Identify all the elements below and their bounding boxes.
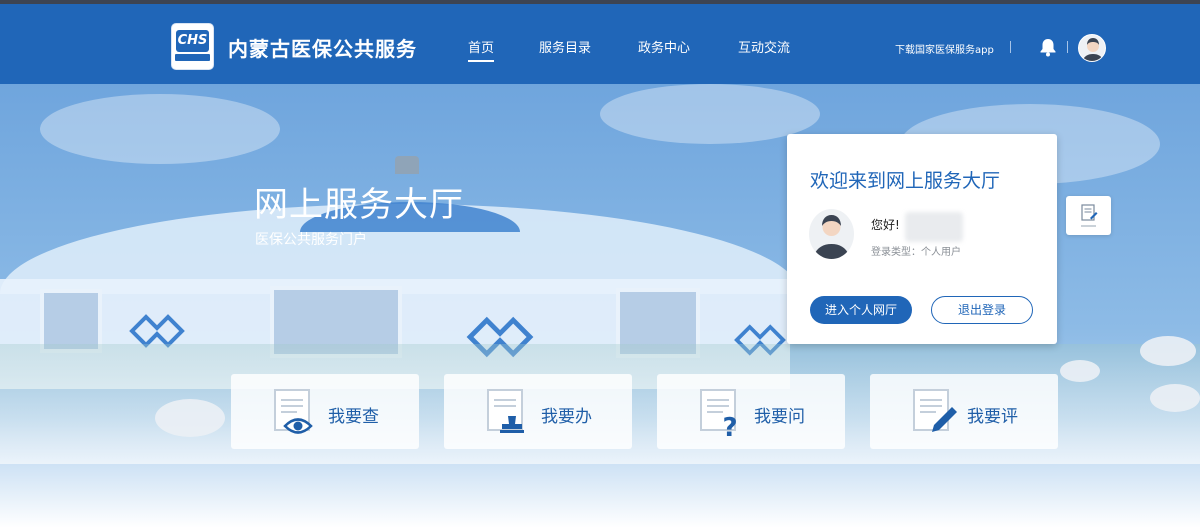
sheep [1150, 384, 1200, 412]
logo-text: CHS [176, 30, 209, 52]
header: CHS 内蒙古医保公共服务 首页 服务目录 政务中心 互动交流 下载国家医保服务… [0, 4, 1200, 84]
edit-document-icon [1081, 204, 1098, 227]
service-handle-label: 我要办 [541, 407, 592, 427]
svg-text:?: ? [722, 413, 737, 438]
floating-tool-button[interactable] [1066, 196, 1111, 235]
welcome-card: 欢迎来到网上服务大厅 您好! 登录类型：个人用户 进入个人网厅 退出登录 [787, 134, 1057, 344]
user-avatar-icon [813, 215, 850, 259]
header-divider [1067, 41, 1068, 53]
service-ask-card[interactable]: ? 我要问 [657, 374, 845, 449]
logout-button[interactable]: 退出登录 [931, 296, 1033, 324]
nav-interaction[interactable]: 互动交流 [738, 37, 790, 56]
cloud [40, 94, 280, 164]
header-divider [1010, 41, 1011, 53]
nav-home[interactable]: 首页 [468, 37, 495, 62]
service-review-card[interactable]: 我要评 [870, 374, 1058, 449]
greeting-text: 您好! [871, 218, 900, 232]
sheep [1140, 336, 1196, 366]
username-masked [905, 212, 963, 242]
service-review-label: 我要评 [967, 407, 1018, 427]
service-ask-label: 我要问 [754, 407, 805, 427]
user-avatar-icon [1082, 38, 1104, 61]
user-avatar[interactable] [1078, 34, 1106, 62]
doc-pen-icon [913, 389, 957, 432]
enter-personal-hall-button[interactable]: 进入个人网厅 [810, 296, 912, 324]
yurt-chimney [395, 156, 419, 174]
card-avatar [809, 209, 854, 259]
sheep [155, 399, 225, 437]
bell-icon[interactable] [1039, 38, 1057, 57]
hero-banner: 网上服务大厅 医保公共服务门户 欢迎来到网上服务大厅 您好! 登录类型：个人用户… [0, 84, 1200, 528]
logo-subtitle-bar [175, 54, 210, 61]
service-handle-card[interactable]: 我要办 [444, 374, 632, 449]
chs-logo[interactable]: CHS [171, 23, 214, 70]
service-query-card[interactable]: 我要查 [231, 374, 419, 449]
hero-subtitle: 医保公共服务门户 [255, 232, 367, 248]
welcome-title: 欢迎来到网上服务大厅 [810, 170, 1001, 192]
site-title[interactable]: 内蒙古医保公共服务 [228, 33, 417, 62]
doc-stamp-icon [487, 389, 524, 433]
doc-question-icon: ? [700, 389, 738, 438]
hero-title: 网上服务大厅 [254, 185, 464, 225]
login-type-text: 登录类型：个人用户 [871, 247, 961, 258]
doc-eye-icon [274, 389, 313, 434]
download-app-link[interactable]: 下载国家医保服务app [895, 41, 994, 56]
nav-service-catalog[interactable]: 服务目录 [539, 37, 591, 56]
sheep [1060, 360, 1100, 382]
nav-government-center[interactable]: 政务中心 [638, 37, 690, 56]
service-query-label: 我要查 [328, 407, 379, 427]
